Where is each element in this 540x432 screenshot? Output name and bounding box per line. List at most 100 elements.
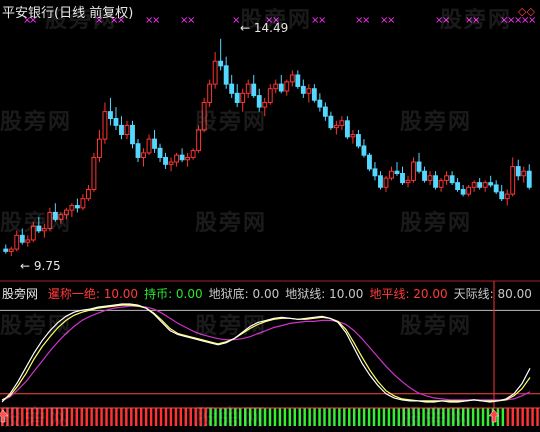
stock-chart[interactable]: ×× × ×× ×× ×× × ×× ×× ×× ×× ×× ×× ××××× — [0, 0, 540, 426]
candle-body — [422, 170, 427, 181]
candle-body — [97, 138, 102, 158]
candle-body — [449, 175, 455, 184]
low-price-label: ← 9.75 — [20, 259, 61, 273]
signal-x-mark: × — [152, 15, 160, 26]
signal-x-mark: × — [442, 15, 450, 26]
indicator-name: 股旁网 — [2, 287, 39, 301]
signal-x-mark: × — [472, 15, 480, 26]
candle-body — [41, 227, 47, 232]
candle-body — [328, 115, 334, 129]
indicator-legend: 股旁网 暹称一绝: 10.00 持币: 0.00 地狱底: 0.00 地狱线: 10.… — [2, 285, 540, 302]
candle-body — [179, 154, 185, 161]
candle-body — [367, 154, 372, 170]
candle-body — [119, 124, 124, 136]
candle-body — [306, 88, 312, 94]
candle-body — [168, 161, 174, 165]
candle-body — [262, 101, 268, 108]
candle-body — [85, 189, 91, 200]
candle-body — [389, 170, 394, 179]
candle-body — [311, 88, 317, 101]
candle-body — [157, 147, 163, 158]
candle-body — [433, 175, 438, 188]
candle-body — [339, 120, 345, 126]
candle-body — [378, 175, 383, 188]
candle-body — [201, 101, 207, 131]
candle-body — [234, 92, 240, 103]
candle-body — [19, 234, 25, 243]
candle-body — [36, 225, 42, 232]
candle-body — [47, 211, 53, 229]
candle-body — [333, 124, 339, 129]
candle-body — [218, 60, 224, 67]
high-arrow-icon: ← — [240, 21, 251, 35]
candle-body — [196, 129, 202, 152]
candle-body — [25, 239, 31, 243]
chart-title: 平安银行(日线 前复权) — [2, 6, 134, 21]
candle-body — [58, 214, 64, 220]
candle-body — [273, 83, 279, 90]
candle-body — [80, 198, 86, 209]
candle-body — [499, 191, 505, 200]
candle-body — [317, 99, 323, 108]
candle-body — [372, 168, 378, 177]
candle-body — [504, 193, 510, 200]
candle-body — [245, 83, 251, 94]
candle-body — [207, 83, 213, 103]
candle-body — [174, 154, 180, 163]
candle-body — [416, 161, 422, 172]
candle-body — [63, 209, 69, 216]
indicator-item: 地平线: 20.00 — [369, 287, 448, 301]
low-arrow-icon: ← — [20, 259, 31, 273]
candle-body — [350, 134, 356, 138]
indicator-item: 天际线: 80.00 — [453, 287, 532, 301]
candle-body — [135, 143, 141, 158]
indicator-item: 暹称一绝: 10.00 — [47, 287, 139, 301]
indicator-item: 持币: 0.00 — [144, 287, 203, 301]
candle-body — [52, 211, 58, 220]
candle-body — [8, 248, 14, 252]
candle-body — [526, 170, 532, 188]
candle-body — [289, 74, 295, 83]
candle-body — [482, 182, 488, 188]
candle-body — [515, 166, 521, 177]
candle-body — [493, 184, 499, 193]
candle-body — [477, 182, 483, 188]
signal-x-mark: × — [387, 15, 395, 26]
candle-body — [411, 161, 416, 181]
candle-body — [278, 83, 284, 92]
candle-body — [108, 111, 113, 120]
diamond-icon: ◇◇ — [518, 5, 535, 18]
candle-body — [212, 60, 218, 85]
candle-body — [256, 95, 262, 108]
candle-body — [455, 182, 461, 191]
candle-body — [400, 172, 405, 184]
high-price-label: ← 14.49 — [240, 21, 289, 35]
candle-body — [240, 92, 246, 103]
candle-body — [124, 124, 130, 136]
candle-body — [322, 106, 328, 117]
candle-body — [190, 150, 196, 158]
candle-body — [146, 138, 152, 154]
candle-body — [130, 124, 135, 145]
candle-body — [267, 88, 273, 103]
candle-body — [361, 145, 367, 156]
candle-body — [460, 189, 466, 195]
signal-x-mark: × — [318, 15, 326, 26]
candle-body — [295, 74, 301, 87]
candle-body — [466, 186, 472, 195]
candle-body — [113, 118, 119, 126]
candle-body — [394, 170, 400, 174]
candle-body — [91, 156, 97, 191]
indicator-item: 地狱线: 10.00 — [285, 287, 364, 301]
oscillator-line-white — [1, 303, 531, 403]
candle-body — [14, 234, 20, 250]
indicator-items: 暹称一绝: 10.00 持币: 0.00 地狱底: 0.00 地狱线: 10.00 地平… — [48, 287, 538, 301]
candle-body — [488, 182, 494, 186]
candle-body — [383, 177, 389, 188]
candle-body — [284, 81, 290, 92]
candle-body — [438, 179, 444, 188]
candle-body — [74, 205, 80, 209]
candle-body — [521, 170, 527, 177]
candle-body — [163, 156, 168, 165]
candle-body — [510, 166, 516, 195]
